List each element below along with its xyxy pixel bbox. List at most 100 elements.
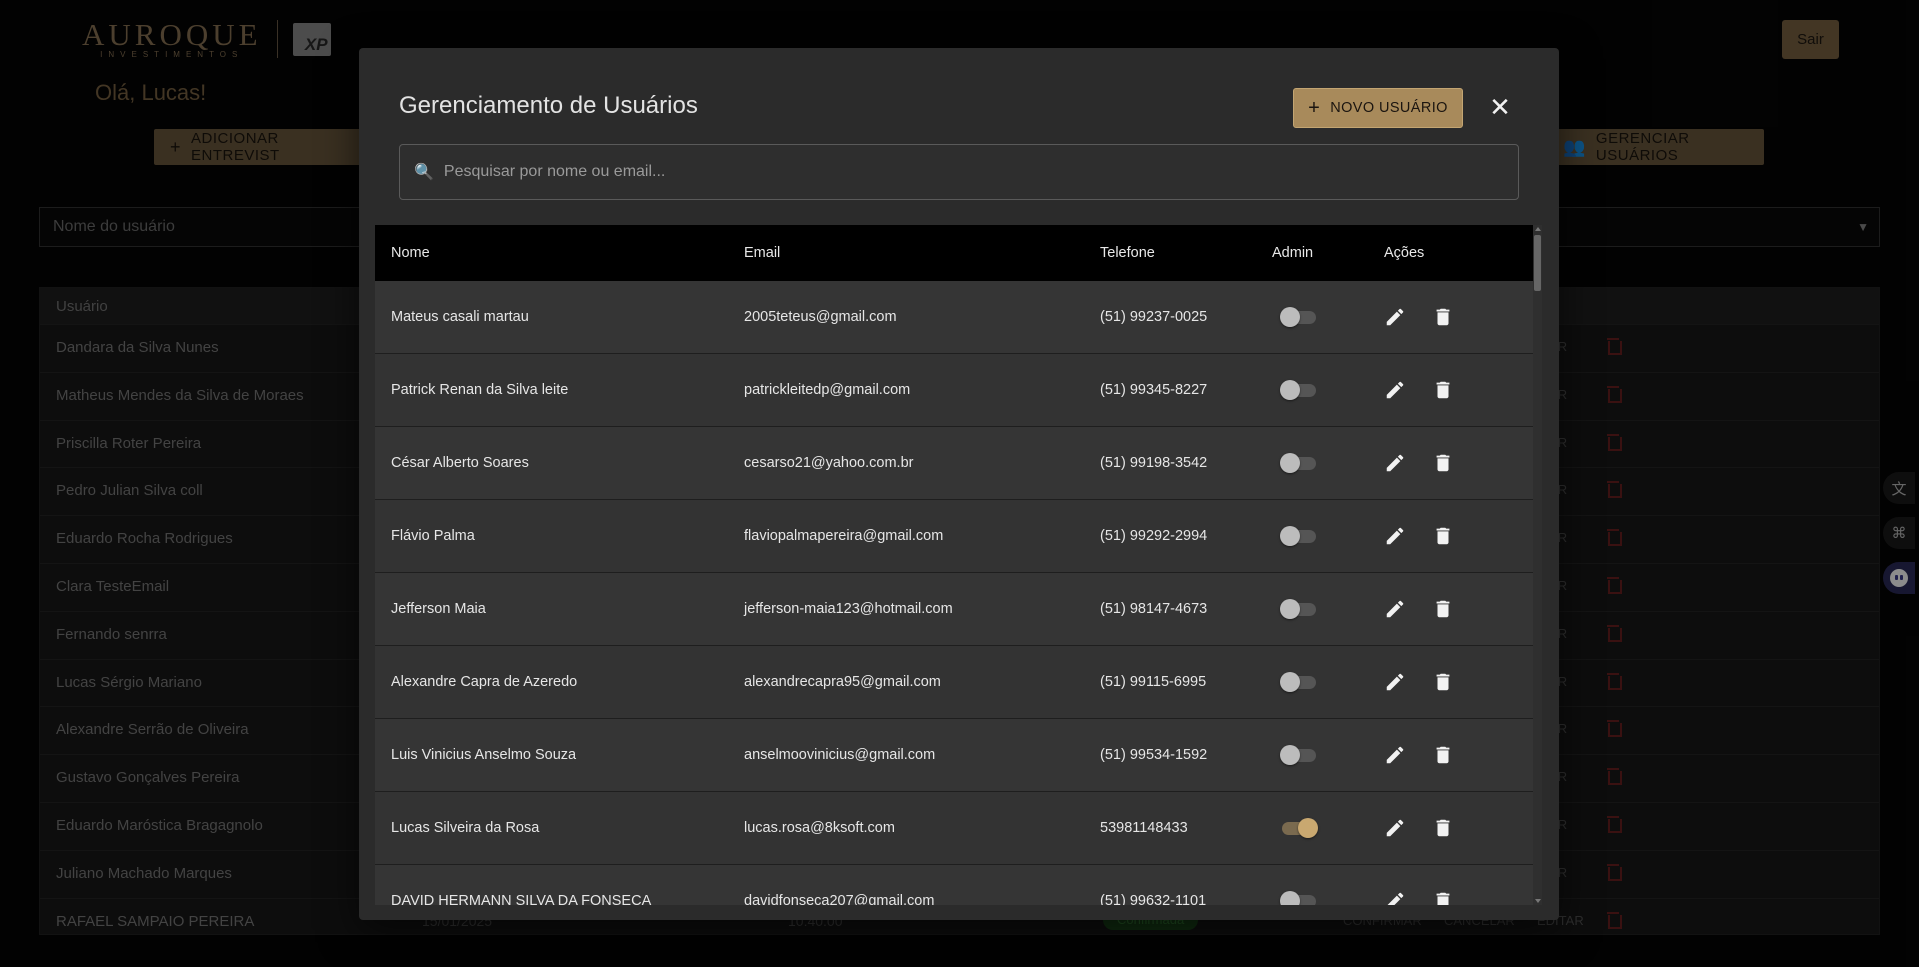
delete-trash-icon[interactable] xyxy=(1432,452,1454,474)
user-search-input[interactable] xyxy=(443,163,1444,181)
column-header-name: Nome xyxy=(391,245,430,261)
users-table: Nome Email Telefone Admin Ações Mateus c… xyxy=(375,225,1533,905)
edit-pencil-icon[interactable] xyxy=(1384,525,1406,547)
new-user-button[interactable]: + NOVO USUÁRIO xyxy=(1293,88,1463,128)
admin-toggle[interactable] xyxy=(1280,818,1318,838)
actions-cell xyxy=(1384,598,1533,620)
user-name-cell: Jefferson Maia xyxy=(391,601,486,617)
actions-cell xyxy=(1384,671,1533,693)
edit-pencil-icon[interactable] xyxy=(1384,890,1406,905)
user-name-cell: Alexandre Capra de Azeredo xyxy=(391,674,578,690)
column-header-phone: Telefone xyxy=(1100,245,1155,261)
actions-cell xyxy=(1384,817,1533,839)
app-root: AUROQUE INVESTIMENTOS XP Sair Olá, Lucas… xyxy=(0,0,1919,967)
admin-cell xyxy=(1272,526,1384,546)
admin-cell xyxy=(1272,672,1384,692)
admin-toggle[interactable] xyxy=(1280,307,1318,327)
admin-toggle[interactable] xyxy=(1280,526,1318,546)
column-header-email: Email xyxy=(744,245,781,261)
delete-trash-icon[interactable] xyxy=(1432,671,1454,693)
edit-pencil-icon[interactable] xyxy=(1384,671,1406,693)
toggle-knob xyxy=(1280,526,1300,546)
admin-cell xyxy=(1272,453,1384,473)
user-email-cell: lucas.rosa@8ksoft.com xyxy=(744,820,895,836)
delete-trash-icon[interactable] xyxy=(1432,744,1454,766)
delete-trash-icon[interactable] xyxy=(1432,379,1454,401)
user-row: César Alberto Soares cesarso21@yahoo.com.… xyxy=(375,427,1533,500)
scrollbar-thumb[interactable] xyxy=(1534,235,1541,291)
toggle-knob xyxy=(1298,818,1318,838)
close-icon[interactable]: ✕ xyxy=(1484,92,1516,124)
column-header-admin: Admin xyxy=(1272,245,1314,261)
admin-cell xyxy=(1272,745,1384,765)
user-name-cell: César Alberto Soares xyxy=(391,455,529,471)
column-header-actions: Ações xyxy=(1384,245,1425,261)
toggle-knob xyxy=(1280,745,1300,765)
admin-toggle[interactable] xyxy=(1280,672,1318,692)
edit-pencil-icon[interactable] xyxy=(1384,306,1406,328)
toggle-knob xyxy=(1280,380,1300,400)
user-email-cell: jefferson-maia123@hotmail.com xyxy=(744,601,953,617)
user-management-modal: Gerenciamento de Usuários + NOVO USUÁRIO… xyxy=(359,48,1559,920)
scroll-down-arrow[interactable] xyxy=(1535,899,1541,903)
users-table-header: Nome Email Telefone Admin Ações xyxy=(375,225,1533,281)
user-phone-cell: (51) 99534-1592 xyxy=(1100,747,1208,763)
users-table-container: Nome Email Telefone Admin Ações Mateus c… xyxy=(375,225,1542,905)
user-name-cell: Luis Vinicius Anselmo Souza xyxy=(391,747,577,763)
user-email-cell: alexandrecapra95@gmail.com xyxy=(744,674,941,690)
modal-title: Gerenciamento de Usuários xyxy=(399,92,698,119)
user-phone-cell: (51) 99632-1101 xyxy=(1100,893,1207,905)
admin-toggle[interactable] xyxy=(1280,745,1318,765)
edit-pencil-icon[interactable] xyxy=(1384,452,1406,474)
user-row: DAVID HERMANN SILVA DA FONSECA davidfonse… xyxy=(375,865,1533,905)
user-email-cell: flaviopalmapereira@gmail.com xyxy=(744,528,944,544)
user-email-cell: patrickleitedp@gmail.com xyxy=(744,382,911,398)
toggle-knob xyxy=(1280,672,1300,692)
plus-icon: + xyxy=(1308,97,1321,119)
edit-pencil-icon[interactable] xyxy=(1384,744,1406,766)
delete-trash-icon[interactable] xyxy=(1432,525,1454,547)
user-row: Jefferson Maia jefferson-maia123@hotmail.… xyxy=(375,573,1533,646)
edit-pencil-icon[interactable] xyxy=(1384,817,1406,839)
new-user-label: NOVO USUÁRIO xyxy=(1330,100,1448,116)
user-row: Flávio Palma flaviopalmapereira@gmail.com… xyxy=(375,500,1533,573)
user-name-cell: Patrick Renan da Silva leite xyxy=(391,382,569,398)
user-row: Lucas Silveira da Rosa lucas.rosa@8ksoft.… xyxy=(375,792,1533,865)
user-name-cell: DAVID HERMANN SILVA DA FONSECA xyxy=(391,893,652,905)
edit-pencil-icon[interactable] xyxy=(1384,379,1406,401)
admin-cell xyxy=(1272,818,1384,838)
users-table-body: Mateus casali martau 2005teteus@gmail.com… xyxy=(375,281,1533,905)
toggle-knob xyxy=(1280,307,1300,327)
user-phone-cell: (51) 99292-2994 xyxy=(1100,528,1208,544)
user-name-cell: Lucas Silveira da Rosa xyxy=(391,820,540,836)
admin-toggle[interactable] xyxy=(1280,599,1318,619)
search-icon: 🔍 xyxy=(414,164,434,181)
user-row: Mateus casali martau 2005teteus@gmail.com… xyxy=(375,281,1533,354)
delete-trash-icon[interactable] xyxy=(1432,306,1454,328)
user-phone-cell: (51) 98147-4673 xyxy=(1100,601,1208,617)
admin-cell xyxy=(1272,307,1384,327)
actions-cell xyxy=(1384,525,1533,547)
toggle-knob xyxy=(1280,891,1300,905)
admin-toggle[interactable] xyxy=(1280,380,1318,400)
user-search-box[interactable]: 🔍 xyxy=(399,144,1519,200)
actions-cell xyxy=(1384,452,1533,474)
user-email-cell: anselmoovinicius@gmail.com xyxy=(744,747,936,763)
user-row: Luis Vinicius Anselmo Souza anselmoovinic… xyxy=(375,719,1533,792)
user-name-cell: Mateus casali martau xyxy=(391,309,529,325)
user-row: Patrick Renan da Silva leite patrickleite… xyxy=(375,354,1533,427)
user-name-cell: Flávio Palma xyxy=(391,528,475,544)
delete-trash-icon[interactable] xyxy=(1432,817,1454,839)
edit-pencil-icon[interactable] xyxy=(1384,598,1406,620)
actions-cell xyxy=(1384,890,1533,905)
scroll-up-arrow[interactable] xyxy=(1535,227,1541,231)
user-email-cell: davidfonseca207@gmail.com xyxy=(744,893,935,905)
user-phone-cell: (51) 99198-3542 xyxy=(1100,455,1208,471)
delete-trash-icon[interactable] xyxy=(1432,598,1454,620)
delete-trash-icon[interactable] xyxy=(1432,890,1454,905)
toggle-knob xyxy=(1280,599,1300,619)
table-scrollbar[interactable] xyxy=(1533,225,1542,905)
admin-toggle[interactable] xyxy=(1280,453,1318,473)
admin-toggle[interactable] xyxy=(1280,891,1318,905)
admin-cell xyxy=(1272,380,1384,400)
